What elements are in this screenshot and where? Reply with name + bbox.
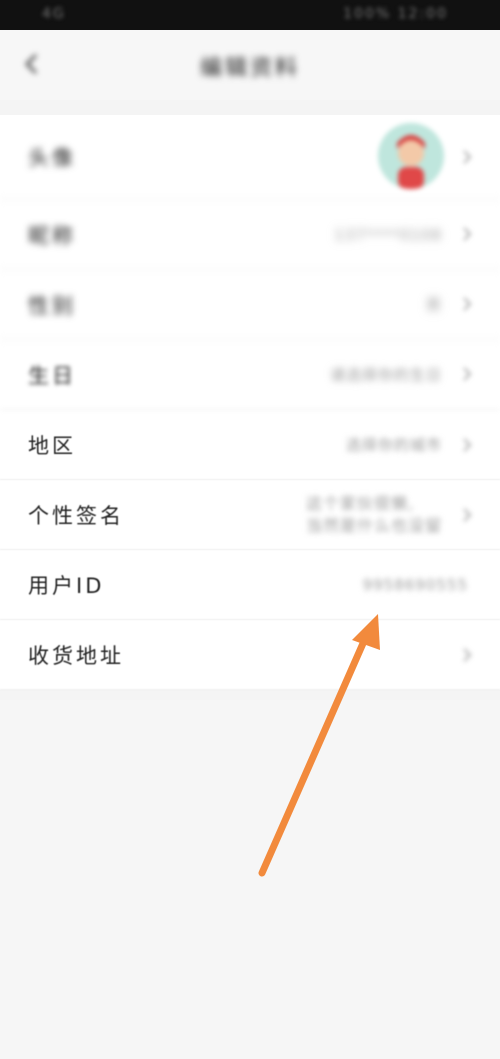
address-label: 收货地址 bbox=[28, 643, 124, 668]
chevron-right-icon bbox=[463, 297, 472, 311]
signature-line-2: 当然是什么也没留 bbox=[305, 515, 442, 535]
nav-bar: 编辑资料 bbox=[0, 30, 500, 100]
avatar[interactable] bbox=[378, 123, 444, 189]
row-region[interactable]: 地区 选择你的城市 bbox=[0, 410, 500, 480]
chevron-right-icon bbox=[463, 227, 472, 241]
signature-line-1: 这个家伙很懒, bbox=[305, 493, 415, 513]
chevron-right-icon bbox=[463, 507, 472, 522]
profile-list: 头像 昵称 137****0108 性别 男 生日 请选择你的生日 地区 选择你… bbox=[0, 115, 500, 690]
chevron-right-icon bbox=[463, 437, 472, 452]
signature-label: 个性签名 bbox=[28, 503, 124, 528]
empty-background bbox=[0, 700, 500, 1059]
region-value: 选择你的城市 bbox=[345, 436, 442, 454]
signature-value: 这个家伙很懒, 当然是什么也没留 bbox=[306, 480, 442, 549]
chevron-right-icon bbox=[463, 647, 472, 662]
chevron-right-icon bbox=[463, 367, 472, 381]
avatar-label: 头像 bbox=[28, 146, 76, 170]
birthday-label: 生日 bbox=[28, 363, 76, 388]
row-birthday[interactable]: 生日 请选择你的生日 bbox=[0, 340, 500, 410]
signal-indicator: 4G bbox=[42, 6, 66, 22]
battery-time-indicator: 100% 12:00 bbox=[343, 6, 448, 22]
nickname-label: 昵称 bbox=[28, 223, 76, 248]
row-gender[interactable]: 性别 男 bbox=[0, 270, 500, 340]
chevron-right-icon bbox=[463, 150, 472, 164]
gender-value: 男 bbox=[425, 296, 442, 314]
row-address[interactable]: 收货地址 bbox=[0, 620, 500, 690]
user-id-value: 9958690555 bbox=[362, 575, 468, 594]
row-signature[interactable]: 个性签名 这个家伙很懒, 当然是什么也没留 bbox=[0, 480, 500, 550]
birthday-value: 请选择你的生日 bbox=[329, 366, 442, 384]
user-id-label: 用户ID bbox=[28, 573, 105, 598]
region-label: 地区 bbox=[28, 433, 76, 458]
gender-label: 性别 bbox=[28, 293, 76, 318]
row-nickname[interactable]: 昵称 137****0108 bbox=[0, 200, 500, 270]
status-bar: 4G 100% 12:00 bbox=[0, 0, 500, 30]
row-user-id[interactable]: 用户ID 9958690555 bbox=[0, 550, 500, 620]
page-title: 编辑资料 bbox=[199, 56, 300, 81]
nickname-value: 137****0108 bbox=[334, 225, 442, 244]
